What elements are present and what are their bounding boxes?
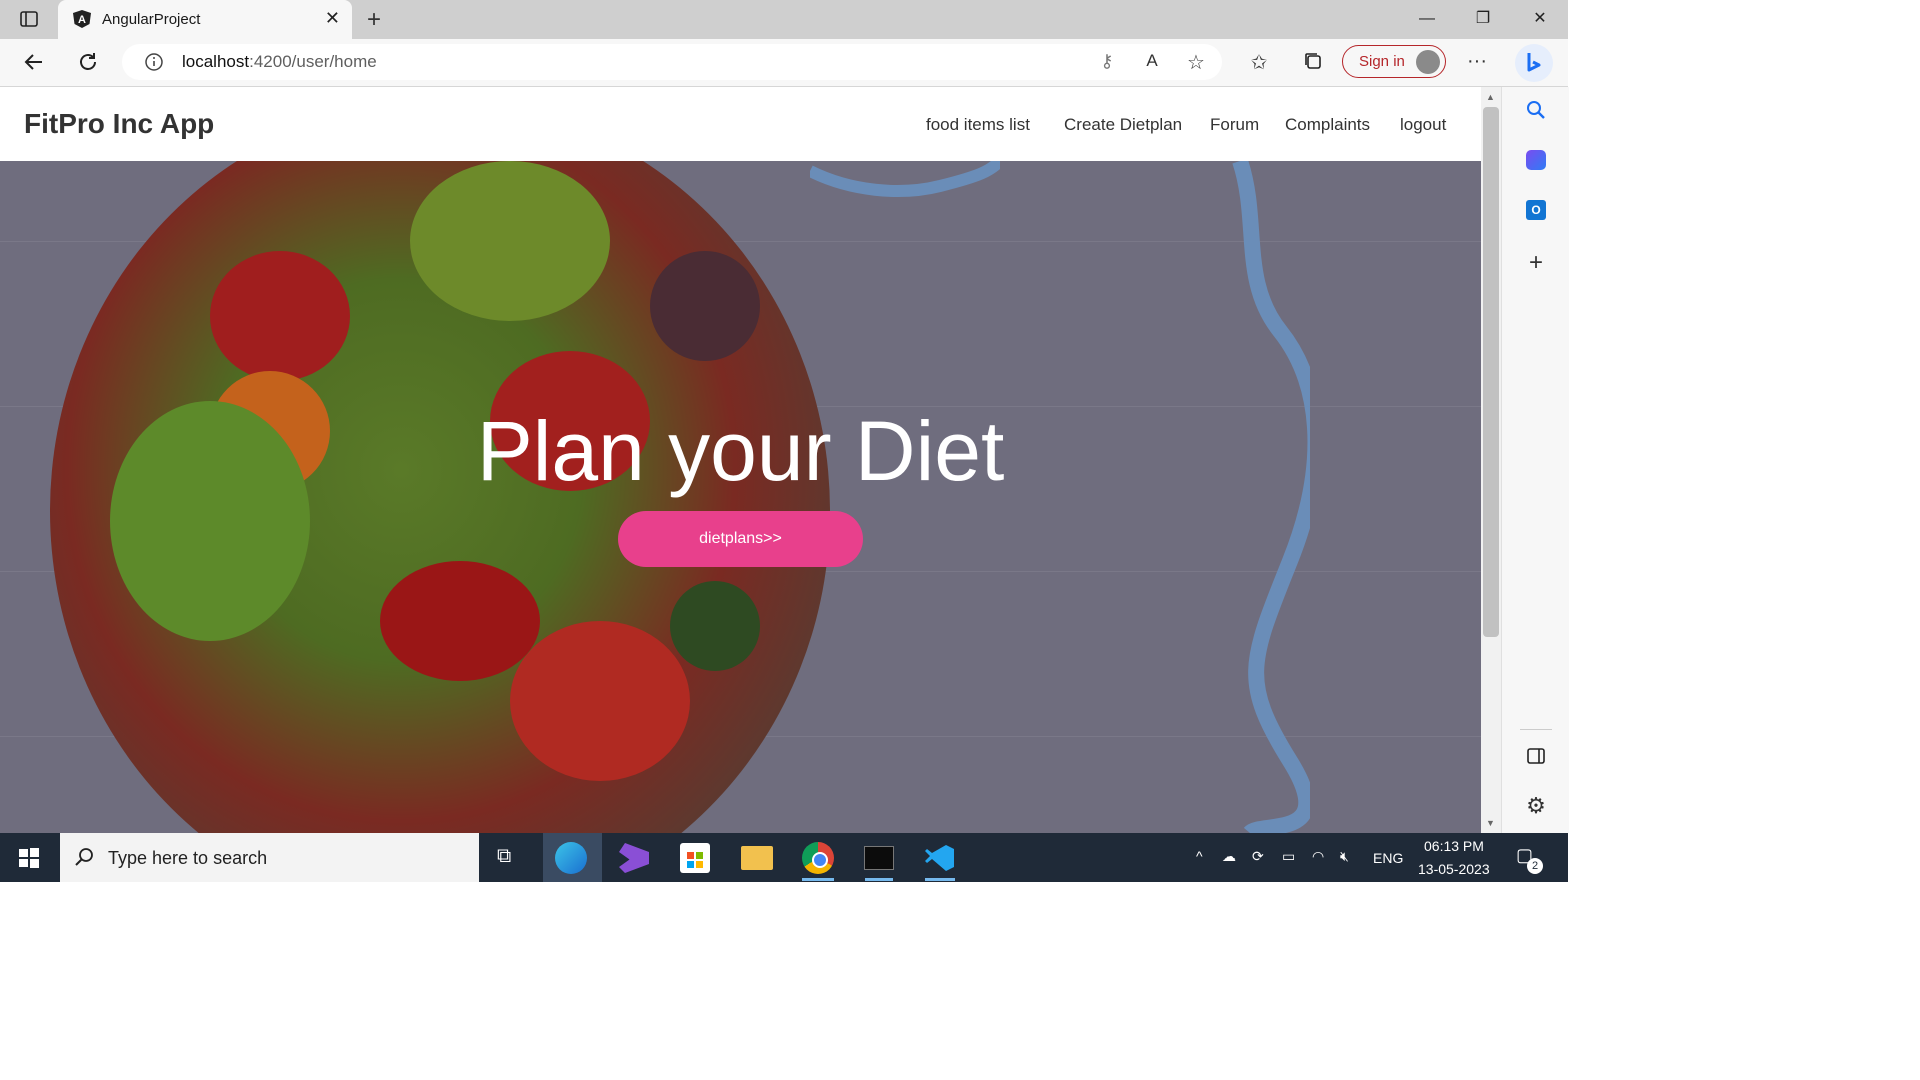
scroll-up-icon[interactable]: ▲: [1486, 92, 1495, 102]
edge-sidebar: O + ⚙: [1501, 87, 1569, 833]
favorites-icon[interactable]: ✩: [1247, 50, 1271, 74]
battery-icon[interactable]: ▭: [1282, 848, 1295, 865]
svg-text:A: A: [78, 14, 86, 26]
more-options-icon[interactable]: ···: [1464, 50, 1490, 74]
running-indicator: [925, 878, 955, 881]
terminal-icon[interactable]: [864, 846, 894, 870]
url-path: :4200/user/home: [249, 52, 377, 71]
red-pepper-shape: [210, 251, 350, 381]
minimize-icon[interactable]: —: [1412, 8, 1442, 30]
onedrive-icon[interactable]: ☁: [1222, 848, 1236, 865]
taskbar-search-box[interactable]: Type here to search: [60, 833, 479, 882]
chili-shape: [380, 561, 540, 681]
bing-copilot-icon[interactable]: [1515, 44, 1553, 82]
task-view-icon[interactable]: ⧉: [497, 845, 511, 868]
url-host: localhost: [182, 52, 250, 71]
chrome-icon[interactable]: [802, 842, 834, 874]
microsoft-store-icon[interactable]: [680, 843, 710, 873]
avatar: [1416, 50, 1440, 74]
file-explorer-icon[interactable]: [741, 846, 773, 870]
volume-muted-icon[interactable]: 🔇︎: [1340, 848, 1349, 865]
dietplans-button[interactable]: dietplans>>: [618, 511, 863, 567]
running-indicator: [802, 878, 834, 881]
sidebar-divider: [1520, 729, 1552, 730]
search-placeholder: Type here to search: [108, 848, 268, 868]
collections-icon[interactable]: [1301, 50, 1325, 74]
wifi-icon[interactable]: ◠: [1312, 848, 1324, 865]
restore-icon[interactable]: ❐: [1468, 8, 1498, 30]
sync-icon[interactable]: ⟳: [1252, 848, 1264, 865]
sidebar-toggle-icon[interactable]: [1524, 745, 1548, 769]
browser-title-bar: A AngularProject ✕ + — ❐ ✕: [0, 0, 1568, 39]
app-navbar: FitPro Inc App food items list Create Di…: [0, 87, 1481, 161]
edge-icon[interactable]: [555, 842, 587, 874]
site-info-icon[interactable]: [144, 52, 164, 72]
nav-food-items-list[interactable]: food items list: [926, 115, 1030, 135]
scroll-down-icon[interactable]: ▼: [1486, 818, 1495, 828]
sign-in-button[interactable]: Sign in: [1342, 45, 1446, 78]
key-icon[interactable]: ⚷: [1096, 51, 1118, 73]
reload-icon[interactable]: [76, 50, 100, 74]
scrollbar-thumb[interactable]: [1483, 107, 1499, 637]
brand-logo-text[interactable]: FitPro Inc App: [24, 108, 214, 140]
search-icon[interactable]: [1524, 99, 1548, 123]
angular-icon: A: [72, 9, 92, 29]
hero-banner: Plan your Diet dietplans>>: [0, 161, 1481, 833]
language-indicator[interactable]: ENG: [1373, 850, 1403, 866]
measuring-tape-image: [810, 161, 1000, 197]
search-icon: [75, 848, 93, 866]
notification-count-badge: 2: [1527, 858, 1543, 874]
nav-complaints[interactable]: Complaints: [1285, 115, 1370, 135]
beetroot-shape: [650, 251, 760, 361]
nav-create-dietplan[interactable]: Create Dietplan: [1064, 115, 1182, 135]
web-page: FitPro Inc App food items list Create Di…: [0, 87, 1481, 833]
add-app-icon[interactable]: +: [1524, 251, 1548, 275]
show-hidden-icons-icon[interactable]: ^: [1196, 848, 1203, 864]
nav-forum[interactable]: Forum: [1210, 115, 1259, 135]
add-favorite-icon[interactable]: ☆: [1184, 50, 1208, 74]
url-text[interactable]: localhost:4200/user/home: [182, 52, 377, 72]
settings-gear-icon[interactable]: ⚙: [1524, 793, 1548, 818]
running-indicator: [865, 878, 893, 881]
tab-title: AngularProject: [102, 11, 201, 28]
windows-start-icon[interactable]: [18, 847, 40, 869]
close-tab-icon[interactable]: ✕: [325, 8, 340, 29]
tomato-shape: [510, 621, 690, 781]
cucumber-shape: [670, 581, 760, 671]
new-tab-icon[interactable]: +: [362, 6, 386, 33]
outlook-icon[interactable]: O: [1526, 200, 1546, 220]
tab-actions-icon[interactable]: [18, 8, 40, 30]
clock-date[interactable]: 13-05-2023: [1418, 861, 1490, 877]
hero-title: Plan your Diet: [476, 404, 1005, 498]
sign-in-label: Sign in: [1359, 53, 1405, 70]
broccoli-shape: [410, 161, 610, 321]
vscode-icon[interactable]: [924, 842, 956, 874]
clock-time[interactable]: 06:13 PM: [1424, 838, 1484, 854]
read-aloud-icon[interactable]: A: [1140, 51, 1164, 73]
back-icon[interactable]: [22, 50, 46, 74]
nav-logout[interactable]: logout: [1400, 115, 1446, 135]
browser-tab[interactable]: A AngularProject ✕: [58, 0, 352, 39]
copilot-app-icon[interactable]: [1526, 150, 1546, 170]
close-window-icon[interactable]: ✕: [1525, 8, 1555, 30]
